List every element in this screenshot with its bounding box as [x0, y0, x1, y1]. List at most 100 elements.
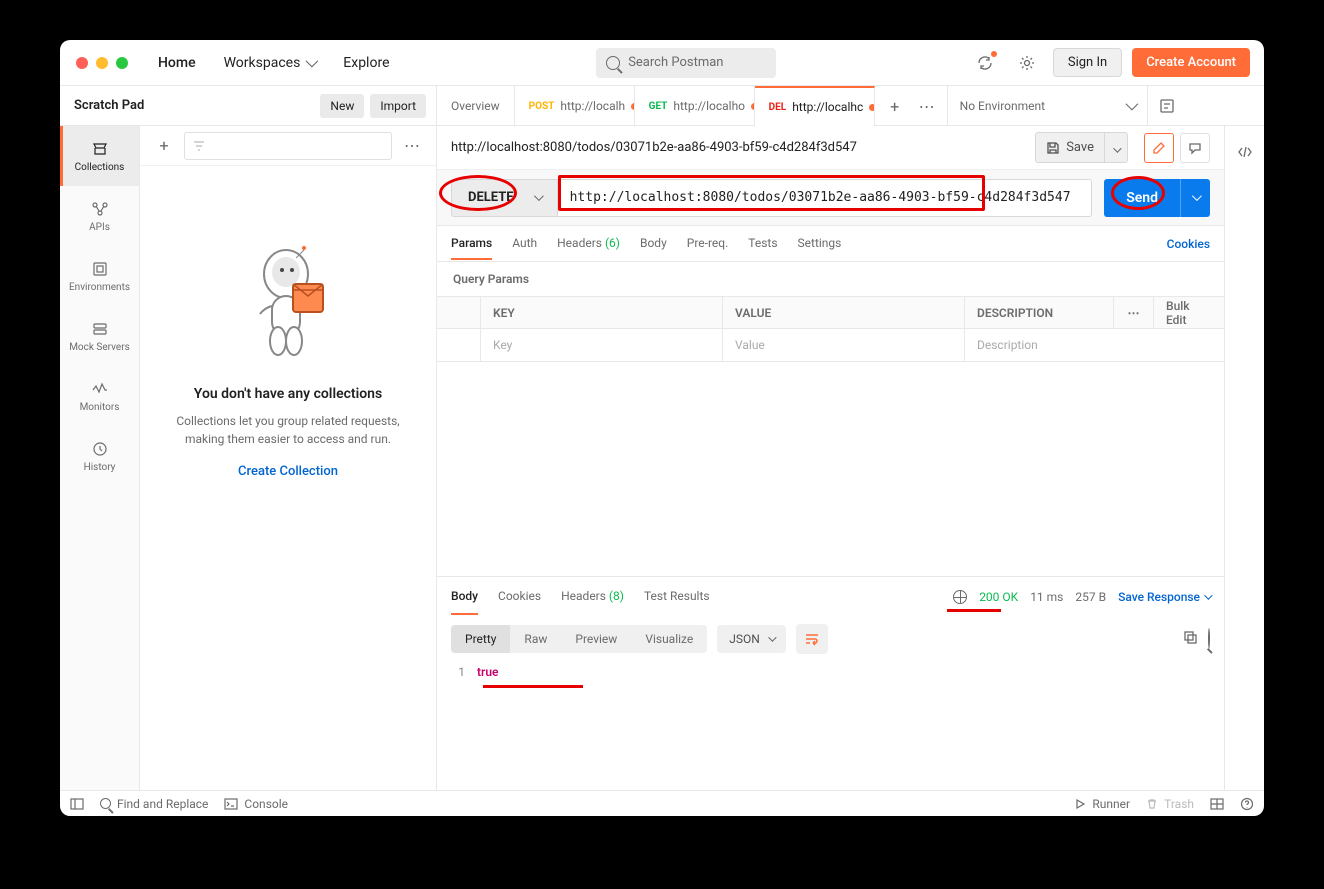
- tab-prereq[interactable]: Pre-req.: [687, 228, 729, 260]
- method-select[interactable]: DELETE: [451, 179, 558, 217]
- annotation-response: [483, 685, 583, 688]
- view-pretty[interactable]: Pretty: [451, 625, 510, 653]
- trash[interactable]: Trash: [1146, 797, 1194, 811]
- mock-servers-icon: [91, 320, 109, 338]
- url-input[interactable]: [558, 179, 1093, 217]
- resp-tab-tests[interactable]: Test Results: [644, 579, 710, 615]
- rail-apis[interactable]: APIs: [60, 186, 139, 246]
- environment-quicklook-icon[interactable]: [1147, 86, 1187, 126]
- close-window[interactable]: [76, 57, 88, 69]
- history-icon: [91, 440, 109, 458]
- new-button[interactable]: New: [320, 94, 364, 118]
- bulk-edit-link[interactable]: Bulk Edit: [1154, 297, 1224, 328]
- tab-options-button[interactable]: ⋯: [915, 94, 939, 118]
- param-desc-input[interactable]: Description: [965, 329, 1114, 361]
- toggle-sidebar-icon[interactable]: [70, 797, 84, 811]
- nav-home[interactable]: Home: [144, 55, 210, 71]
- find-replace[interactable]: Find and Replace: [100, 797, 208, 811]
- col-options-icon[interactable]: ⋯: [1114, 297, 1154, 328]
- layout-icon[interactable]: [1210, 797, 1224, 811]
- save-response-link[interactable]: Save Response: [1118, 590, 1210, 604]
- search-input[interactable]: Search Postman: [596, 48, 776, 78]
- maximize-window[interactable]: [116, 57, 128, 69]
- tab-body[interactable]: Body: [640, 228, 667, 260]
- tab-overview[interactable]: Overview: [437, 86, 515, 126]
- response-size: 257 B: [1075, 590, 1106, 604]
- query-params-table: KEY VALUE DESCRIPTION ⋯ Bulk Edit Key Va…: [437, 296, 1224, 362]
- rail-environments[interactable]: Environments: [60, 246, 139, 306]
- nav-explore[interactable]: Explore: [329, 55, 403, 71]
- environment-select[interactable]: No Environment: [947, 86, 1147, 126]
- response-time: 11 ms: [1030, 590, 1063, 604]
- rail-collections[interactable]: Collections: [60, 126, 139, 186]
- tab-auth[interactable]: Auth: [512, 228, 537, 260]
- view-preview[interactable]: Preview: [561, 625, 631, 653]
- save-options-button[interactable]: [1105, 132, 1128, 163]
- comment-icon[interactable]: [1180, 133, 1210, 163]
- collections-filter[interactable]: [184, 132, 392, 160]
- rail-monitors[interactable]: Monitors: [60, 366, 139, 426]
- unsaved-indicator-icon: [869, 104, 874, 111]
- tab-headers[interactable]: Headers (6): [557, 228, 620, 260]
- settings-icon[interactable]: [1011, 47, 1043, 79]
- create-account-button[interactable]: Create Account: [1132, 48, 1250, 77]
- resp-tab-cookies[interactable]: Cookies: [498, 579, 541, 615]
- annotation-status: [947, 609, 1001, 612]
- globe-icon[interactable]: [953, 590, 967, 604]
- search-response-icon[interactable]: [1208, 629, 1210, 648]
- search-icon: [606, 56, 620, 70]
- tab-params[interactable]: Params: [451, 228, 492, 260]
- empty-text: Collections let you group related reques…: [160, 412, 416, 448]
- titlebar: Home Workspaces Explore Search Postman S…: [60, 40, 1264, 86]
- col-description: DESCRIPTION: [965, 297, 1114, 328]
- sidebar-rail: Collections APIs Environments Mock Serve…: [60, 126, 140, 790]
- console[interactable]: Console: [224, 797, 288, 811]
- col-value: VALUE: [723, 297, 965, 328]
- collections-panel: + ⋯: [140, 126, 437, 790]
- param-key-input[interactable]: Key: [481, 329, 723, 361]
- help-icon[interactable]: [1240, 797, 1254, 811]
- window-controls: [60, 57, 144, 69]
- format-select[interactable]: JSON: [717, 625, 786, 653]
- sign-in-button[interactable]: Sign In: [1053, 48, 1122, 77]
- send-options-button[interactable]: [1180, 179, 1210, 217]
- rail-mock-servers[interactable]: Mock Servers: [60, 306, 139, 366]
- view-raw[interactable]: Raw: [510, 625, 561, 653]
- nav-workspaces[interactable]: Workspaces: [210, 55, 330, 71]
- tab-tests[interactable]: Tests: [748, 228, 777, 260]
- tab-settings[interactable]: Settings: [798, 228, 842, 260]
- request-title: http://localhost:8080/todos/03071b2e-aa8…: [451, 140, 1025, 155]
- resp-tab-body[interactable]: Body: [451, 579, 478, 615]
- status-bar: Find and Replace Console Runner Trash: [60, 790, 1264, 816]
- rail-history[interactable]: History: [60, 426, 139, 486]
- view-visualize[interactable]: Visualize: [631, 625, 707, 653]
- tab-delete[interactable]: DELhttp://localhc: [755, 86, 875, 126]
- status-code: 200 OK: [979, 590, 1018, 604]
- view-mode-segment: Pretty Raw Preview Visualize: [451, 625, 707, 653]
- runner[interactable]: Runner: [1074, 797, 1130, 811]
- create-collection-icon[interactable]: +: [150, 132, 178, 160]
- create-collection-link[interactable]: Create Collection: [238, 464, 338, 479]
- resp-tab-headers[interactable]: Headers (8): [561, 579, 624, 615]
- tab-post[interactable]: POSThttp://localh: [515, 86, 635, 126]
- add-tab-button[interactable]: +: [883, 94, 907, 118]
- code-snippet-icon[interactable]: [1229, 136, 1261, 168]
- param-value-input[interactable]: Value: [723, 329, 965, 361]
- edit-icon[interactable]: [1144, 133, 1174, 163]
- sync-icon[interactable]: [969, 47, 1001, 79]
- send-button[interactable]: Send: [1104, 179, 1180, 217]
- cookies-link[interactable]: Cookies: [1167, 237, 1210, 251]
- tab-get[interactable]: GEThttp://localho: [635, 86, 755, 126]
- save-button[interactable]: Save: [1035, 132, 1105, 163]
- panel-options-icon[interactable]: ⋯: [398, 132, 426, 160]
- copy-icon[interactable]: [1182, 629, 1198, 648]
- monitors-icon: [91, 380, 109, 398]
- minimize-window[interactable]: [96, 57, 108, 69]
- response-body[interactable]: 1true: [437, 661, 1224, 791]
- col-key: KEY: [481, 297, 723, 328]
- import-button[interactable]: Import: [370, 94, 426, 118]
- wrap-lines-icon[interactable]: [796, 624, 828, 654]
- apis-icon: [91, 200, 109, 218]
- empty-title: You don't have any collections: [194, 386, 382, 402]
- environments-icon: [91, 260, 109, 278]
